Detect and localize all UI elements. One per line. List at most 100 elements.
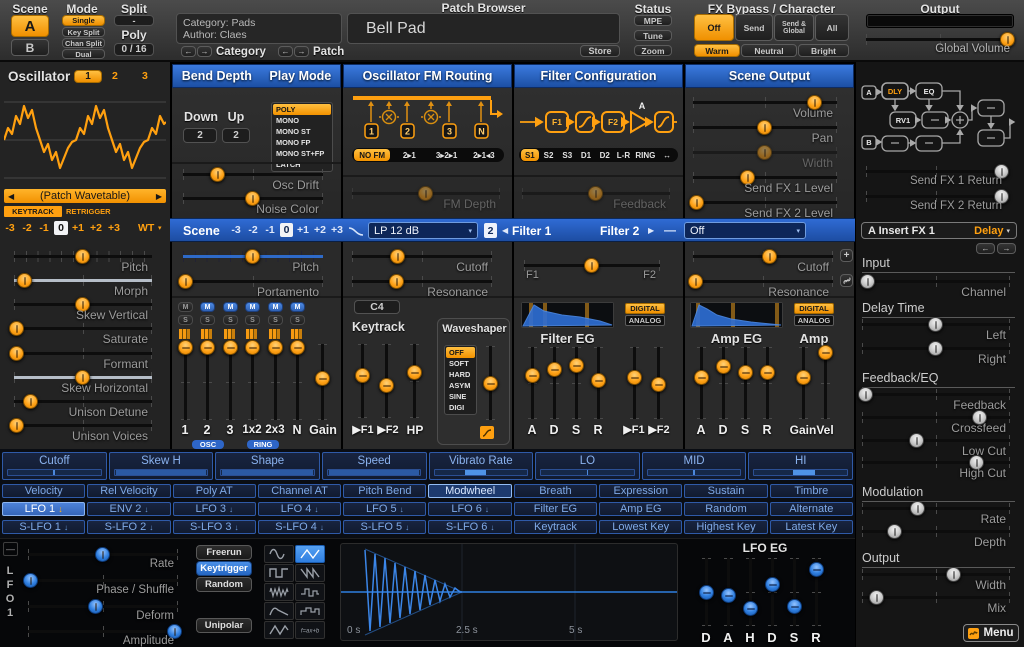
slider-handle[interactable] — [909, 433, 924, 448]
filter-config-d2[interactable]: D2 — [596, 149, 614, 161]
next-wavetable-icon[interactable]: ▶ — [156, 192, 162, 201]
solo-ring23-button[interactable]: S — [268, 315, 283, 325]
slider-handle[interactable] — [869, 590, 884, 605]
solo-1-button[interactable]: S — [178, 315, 193, 325]
osc-waveform-display[interactable] — [4, 94, 166, 186]
fx-bypass-off-button[interactable]: Off — [694, 14, 734, 41]
character-warm-button[interactable]: Warm — [694, 44, 740, 57]
keytrack-f1-slider[interactable] — [354, 344, 371, 418]
unison-detune-slider[interactable]: Unison Detune — [14, 392, 152, 418]
slider-handle[interactable] — [757, 145, 772, 160]
slider-handle[interactable] — [290, 340, 305, 355]
mod-lfo4[interactable]: LFO 4↓ — [258, 502, 341, 516]
patch-name-box[interactable]: Bell Pad — [347, 13, 620, 44]
mod-highest-key[interactable]: Highest Key — [684, 520, 767, 534]
send-fx1-level-slider[interactable]: Send FX 1 Level — [693, 168, 837, 194]
slider-handle[interactable] — [738, 365, 753, 380]
keytrack-toggle[interactable]: KEYTRACK — [4, 206, 62, 217]
amp-eg-analog-button[interactable]: ANALOG — [794, 315, 834, 326]
character-bright-button[interactable]: Bright — [798, 44, 849, 57]
lfo-menu-icon[interactable]: — — [3, 542, 18, 556]
lfo-shape-step-seq[interactable] — [295, 602, 325, 620]
macro-mid[interactable]: MID — [642, 452, 747, 480]
mod-slfo4[interactable]: S-LFO 4↓ — [258, 520, 341, 534]
slider-handle[interactable] — [75, 249, 90, 264]
filter-eg-analog-button[interactable]: ANALOG — [625, 315, 665, 326]
mod-amp-eg[interactable]: Amp EG — [599, 502, 682, 516]
slider-handle[interactable] — [223, 340, 238, 355]
slider-handle[interactable] — [928, 317, 943, 332]
slider-handle[interactable] — [588, 186, 603, 201]
split-value[interactable]: - — [114, 15, 154, 26]
mod-random[interactable]: Random — [684, 502, 767, 516]
play-mode-mono-stfp[interactable]: MONO ST+FP — [273, 148, 331, 159]
mute-noise-button[interactable]: M — [290, 302, 305, 312]
scene-octave--2[interactable]: -2 — [245, 224, 261, 236]
filter-config-wide[interactable]: ↔ — [658, 149, 676, 161]
filter2-resonance-slider[interactable]: Resonance — [693, 272, 833, 298]
filter-eg-sustain-slider[interactable] — [568, 347, 585, 419]
slider-handle[interactable] — [721, 588, 736, 603]
filter2-type-dropdown[interactable]: Off ▾ — [684, 222, 806, 239]
amp-eg-release-slider[interactable] — [759, 347, 776, 419]
fx-mix-slider[interactable]: Mix — [862, 588, 1010, 614]
patch-meta-box[interactable]: Category: Pads Author: Claes — [176, 13, 342, 44]
slider-handle[interactable] — [787, 599, 802, 614]
lfo-eg-attack-slider[interactable] — [720, 558, 737, 626]
solo-noise-button[interactable]: S — [290, 315, 305, 325]
osc-drift-slider[interactable]: Osc Drift — [183, 165, 323, 191]
slider-handle[interactable] — [88, 599, 103, 614]
mod-sustain[interactable]: Sustain — [684, 484, 767, 498]
link-resonance-button[interactable] — [840, 274, 853, 287]
slider-handle[interactable] — [743, 601, 758, 616]
eg-to-f2-slider[interactable] — [650, 347, 667, 419]
osc-octave-+3[interactable]: +3 — [106, 222, 122, 234]
mod-slfo6[interactable]: S-LFO 6↓ — [428, 520, 511, 534]
fm-mode-3to2to1[interactable]: 3▸2▸1 — [429, 149, 465, 161]
filter-config-s2[interactable]: S2 — [540, 149, 558, 161]
chevron-down-icon[interactable]: ▾ — [158, 224, 162, 232]
fm-depth-slider[interactable]: FM Depth — [352, 184, 500, 210]
lfo-unipolar-button[interactable]: Unipolar — [196, 618, 252, 633]
waveshaper-off[interactable]: OFF — [446, 347, 475, 358]
mod-env2[interactable]: ENV 2↓ — [87, 502, 170, 516]
mpe-button[interactable]: MPE — [634, 15, 672, 26]
scene-octave-0[interactable]: 0 — [280, 223, 293, 237]
mod-latest-key[interactable]: Latest Key — [770, 520, 853, 534]
amp-gain-slider[interactable] — [795, 347, 812, 419]
filter-eg-digital-button[interactable]: DIGITAL — [625, 303, 665, 314]
lfo-eg-decay-slider[interactable] — [764, 558, 781, 626]
filter1-resonance-slider[interactable]: Resonance — [352, 272, 492, 298]
osc-octave--3[interactable]: -3 — [2, 222, 18, 234]
slider-handle[interactable] — [651, 377, 666, 392]
slider-handle[interactable] — [418, 186, 433, 201]
keytrack-root-key[interactable]: C4 — [354, 300, 400, 314]
filter1-subtype-button[interactable]: 2 — [484, 223, 497, 238]
play-mode-mono-fp[interactable]: MONO FP — [273, 137, 331, 148]
mod-lfo3[interactable]: LFO 3↓ — [173, 502, 256, 516]
filter-config-d1[interactable]: D1 — [577, 149, 595, 161]
mute-ring12-button[interactable]: M — [245, 302, 260, 312]
fx-type-name[interactable]: Delay — [974, 225, 1003, 237]
mod-modwheel[interactable]: Modwheel — [428, 484, 511, 498]
fx-mod-depth-slider[interactable]: Depth — [862, 522, 1010, 548]
fx-highcut-slider[interactable]: High Cut — [862, 453, 1010, 479]
scene-a-button[interactable]: A — [11, 15, 49, 37]
global-volume-slider[interactable]: Global Volume — [866, 30, 1014, 56]
keytrack-f2-slider[interactable] — [378, 344, 395, 418]
lfo-shape-sample-hold[interactable] — [295, 583, 325, 601]
slider-handle[interactable] — [591, 373, 606, 388]
waveshaper-asym[interactable]: ASYM — [446, 380, 475, 391]
slider-handle[interactable] — [688, 274, 703, 289]
channel-1-level-slider[interactable] — [177, 344, 194, 420]
mod-slfo5[interactable]: S-LFO 5↓ — [343, 520, 426, 534]
mod-velocity[interactable]: Velocity — [2, 484, 85, 498]
lfo-shape-mseg[interactable] — [264, 621, 294, 639]
mute-2-button[interactable]: M — [200, 302, 215, 312]
scene-b-button[interactable]: B — [11, 39, 49, 56]
slider-handle[interactable] — [627, 370, 642, 385]
filter-config-s3[interactable]: S3 — [558, 149, 576, 161]
fx-bypass-send-button[interactable]: Send — [735, 14, 773, 41]
character-neutral-button[interactable]: Neutral — [741, 44, 797, 57]
mute-ring23-button[interactable]: M — [268, 302, 283, 312]
